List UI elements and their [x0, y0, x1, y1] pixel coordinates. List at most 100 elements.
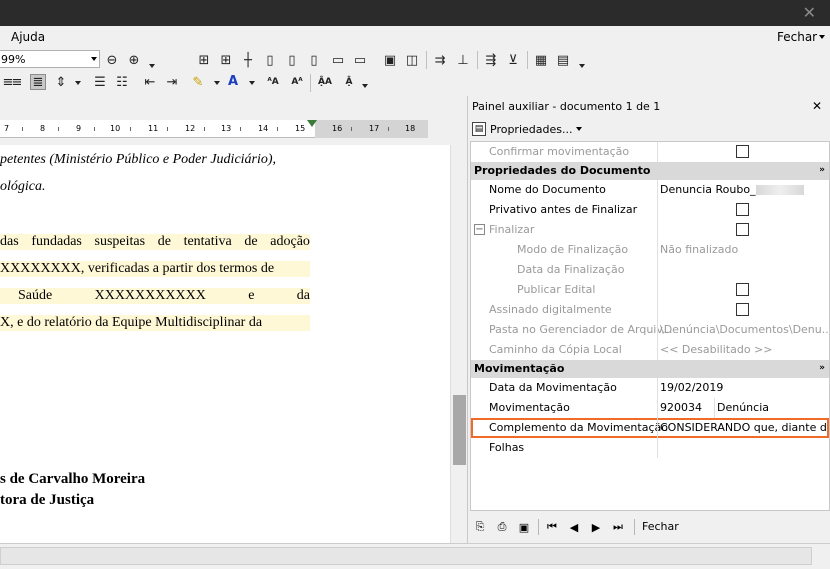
hierarchy-icon[interactable]: ⊥ [455, 52, 471, 68]
assinado-checkbox[interactable] [736, 303, 749, 316]
document-vertical-scrollbar[interactable] [450, 145, 467, 543]
property-row-folhas[interactable]: Folhas [471, 438, 829, 458]
highlight-dropdown-icon[interactable] [214, 81, 220, 85]
property-row-caminho[interactable]: Caminho da Cópia Local << Desabilitado >… [471, 340, 829, 360]
row-divider [657, 260, 658, 280]
toolbar-separator [477, 51, 478, 69]
line-spacing-icon[interactable]: ⇕ [53, 74, 69, 90]
property-row-confirmar[interactable]: Confirmar movimentação [471, 142, 829, 162]
window-titlebar: ✕ [0, 0, 830, 26]
property-row-privativo[interactable]: Privativo antes de Finalizar [471, 200, 829, 220]
grid-table-icon[interactable]: ▦ [533, 52, 549, 68]
collapse-icon[interactable]: » [819, 363, 825, 373]
first-page-icon[interactable]: ⏮ [544, 519, 560, 535]
properties-button[interactable]: ▤ Propriedades... [472, 120, 583, 138]
bullet-list-icon[interactable]: ☰ [92, 74, 108, 90]
image-icon[interactable]: ▣ [516, 519, 532, 535]
property-row-publicar[interactable]: Publicar Edital [471, 280, 829, 300]
flow-branch-icon[interactable]: ⇶ [483, 52, 499, 68]
property-label: Data da Finalização [517, 263, 625, 276]
doc-word: de [157, 234, 171, 249]
publicar-checkbox[interactable] [736, 283, 749, 296]
zoom-select[interactable]: 99% [0, 50, 100, 68]
align-justify-icon[interactable]: ≣ [30, 74, 46, 90]
copy-icon[interactable]: ⎘ [472, 519, 488, 535]
collapse-icon[interactable]: » [819, 165, 825, 175]
row-divider [657, 180, 658, 200]
property-row-pasta[interactable]: Pasta no Gerenciador de Arquiv... \Denún… [471, 320, 829, 340]
menu-ajuda[interactable]: Ajuda [11, 30, 45, 44]
text-effects-icon[interactable]: Ậ [340, 74, 358, 90]
font-shrink-icon[interactable]: Aᴬ [287, 74, 307, 90]
numbered-list-icon[interactable]: ☷ [114, 74, 130, 90]
horizontal-scrollbar[interactable] [0, 543, 830, 569]
finalizar-checkbox[interactable] [736, 223, 749, 236]
zoom-in-icon[interactable]: ⊕ [126, 52, 142, 68]
property-row-finalizar[interactable]: − Finalizar [471, 220, 829, 240]
insert-column-icon[interactable]: ▯ [262, 52, 278, 68]
right-indent-marker[interactable] [307, 120, 317, 127]
collapse-minus-icon[interactable]: − [474, 224, 485, 235]
property-row-movimentacao[interactable]: Movimentação 920034 Denúncia [471, 398, 829, 418]
flow-right-icon[interactable]: ⇉ [432, 52, 448, 68]
paste-icon[interactable]: ⎙ [494, 519, 510, 535]
split-cells-icon[interactable]: ◫ [404, 52, 420, 68]
property-row-data-movimentacao[interactable]: Data da Movimentação 19/02/2019 [471, 378, 829, 398]
scrollbar-thumb[interactable] [453, 395, 466, 465]
table-grid-icon[interactable]: ⊞ [218, 52, 234, 68]
font-color-dropdown-icon[interactable] [249, 81, 255, 85]
panel-fechar-button[interactable]: Fechar [642, 520, 679, 533]
delete-row-icon[interactable]: ▭ [352, 52, 368, 68]
zoom-dropdown-icon[interactable] [149, 64, 155, 68]
privativo-checkbox[interactable] [736, 203, 749, 216]
doc-word: e [248, 288, 255, 303]
ruler-number: 14 [258, 124, 269, 133]
properties-icon: ▤ [472, 122, 486, 136]
table-cross-icon[interactable]: ┼ [240, 52, 256, 68]
scrollbar-track[interactable] [0, 547, 812, 565]
ruler-number: 9 [76, 124, 82, 133]
delete-column-icon[interactable]: ▯ [306, 52, 322, 68]
line-spacing-dropdown-icon[interactable] [75, 81, 81, 85]
property-row-assinado[interactable]: Assinado digitalmente [471, 300, 829, 320]
previous-page-icon[interactable]: ◀ [566, 519, 582, 535]
table-icon[interactable]: ⊞ [196, 52, 212, 68]
align-right-icon[interactable]: ≡ [9, 74, 25, 90]
doc-line: petentes (Ministério Público e Poder Jud… [0, 152, 277, 167]
ruler-tick [240, 127, 241, 131]
doc-word: adoção [270, 234, 310, 249]
outdent-icon[interactable]: ⇤ [142, 74, 158, 90]
menu-fechar-dropdown-icon[interactable] [819, 35, 825, 39]
document-page[interactable]: petentes (Ministério Público e Poder Jud… [0, 145, 450, 543]
menu-fechar[interactable]: Fechar [777, 30, 817, 44]
highlight-pen-icon[interactable]: ✎ [190, 74, 206, 90]
section-propriedades-documento[interactable]: Propriedades do Documento » [471, 162, 829, 180]
insert-column-right-icon[interactable]: ▯ [284, 52, 300, 68]
doc-word: Saúde [18, 288, 53, 303]
insert-row-icon[interactable]: ▭ [330, 52, 346, 68]
text-effects-dropdown-icon[interactable] [362, 84, 368, 88]
panel-close-icon[interactable]: ✕ [812, 99, 822, 113]
window-close-icon[interactable]: ✕ [803, 3, 816, 22]
font-color-icon[interactable]: A [225, 73, 241, 89]
properties-button-label: Propriedades... [490, 122, 573, 136]
next-page-icon[interactable]: ▶ [588, 519, 604, 535]
property-row-complemento[interactable]: Complemento da Movimentação CONSIDERANDO… [471, 418, 829, 438]
confirmar-checkbox[interactable] [736, 145, 749, 158]
section-label: Propriedades do Documento [474, 164, 651, 177]
merge-cells-icon[interactable]: ▣ [382, 52, 398, 68]
ruler-tick [22, 127, 23, 131]
grid-table-alt-icon[interactable]: ▤ [555, 52, 571, 68]
section-movimentacao[interactable]: Movimentação » [471, 360, 829, 378]
property-row-modo[interactable]: Modo de Finalização Não finalizado [471, 240, 829, 260]
change-case-icon[interactable]: ẬA [316, 74, 334, 90]
property-row-data-finalizacao[interactable]: Data da Finalização [471, 260, 829, 280]
table-dropdown-icon[interactable] [579, 64, 585, 68]
zoom-out-icon[interactable]: ⊖ [104, 52, 120, 68]
property-row-nome[interactable]: Nome do Documento Denuncia Roubo_ [471, 180, 829, 200]
last-page-icon[interactable]: ⏭ [610, 519, 626, 535]
font-grow-icon[interactable]: ᴬA [263, 74, 283, 90]
filter-icon[interactable]: ⊻ [505, 52, 521, 68]
ruler-tick [130, 127, 131, 131]
indent-icon[interactable]: ⇥ [164, 74, 180, 90]
